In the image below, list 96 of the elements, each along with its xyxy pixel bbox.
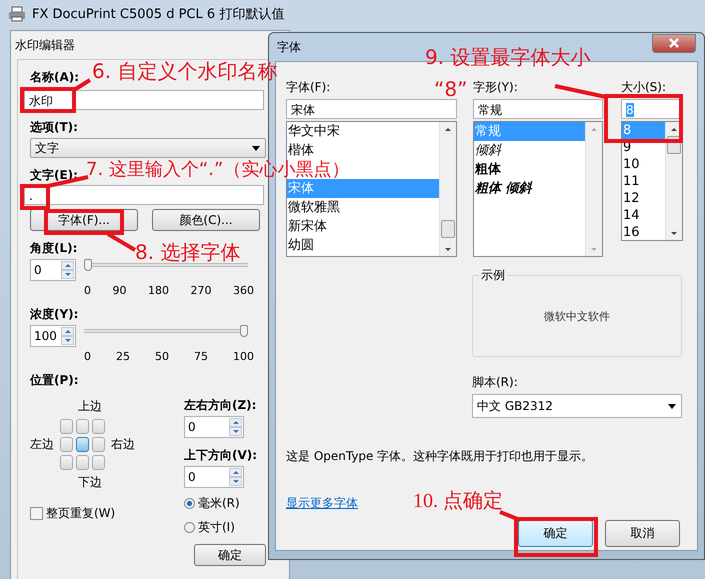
size-list-item[interactable]: 12 <box>622 190 665 207</box>
window-title: FX DocuPrint C5005 d PCL 6 打印默认值 <box>32 6 284 23</box>
field-label: 名称(A): <box>30 70 80 85</box>
tick-label: 90 <box>112 284 126 297</box>
tick-label: 100 <box>233 350 254 363</box>
position-label: 上边 <box>78 398 102 415</box>
position-label: 下边 <box>78 474 102 491</box>
font-list-item[interactable]: 华文中宋 <box>287 122 439 141</box>
position-cell[interactable] <box>60 455 73 470</box>
position-cell[interactable] <box>60 419 73 434</box>
size-list-item[interactable]: 11 <box>622 173 665 190</box>
color-button[interactable]: 颜色(C)... <box>152 209 260 231</box>
field-label: 位置(P): <box>30 373 79 388</box>
leader-line <box>106 232 136 252</box>
leader-line <box>499 510 521 522</box>
spin-arrows-icon[interactable] <box>61 261 74 279</box>
radio-label: 英寸(I) <box>198 519 235 536</box>
spin-arrows-icon[interactable] <box>61 327 74 345</box>
position-label: 左边 <box>30 436 54 453</box>
printer-icon <box>8 6 26 22</box>
checkbox-label: 整页重复(W) <box>46 505 116 522</box>
checkbox[interactable] <box>30 507 43 520</box>
size-list-item[interactable]: 16 <box>622 224 665 240</box>
close-icon <box>668 38 680 48</box>
annotation-text: 9. 设置最字体大小 <box>425 45 590 69</box>
style-list-item[interactable]: 粗体 倾斜 <box>474 179 585 198</box>
annotation-text: “8” <box>434 77 468 101</box>
style-field[interactable]: 常规 <box>473 99 603 119</box>
style-list-item[interactable]: 粗体 <box>474 160 585 179</box>
annotation-text: 10. 点确定 <box>413 489 503 513</box>
caret-icon <box>252 146 260 150</box>
more-fonts-link[interactable]: 显示更多字体 <box>286 495 358 512</box>
name-field[interactable]: 水印 <box>24 90 264 110</box>
spin-arrows-icon[interactable] <box>229 468 242 486</box>
tick-label: 270 <box>190 284 212 297</box>
spin-arrows-icon[interactable] <box>229 418 242 436</box>
slider-thumb[interactable] <box>240 325 248 337</box>
sample-text: 微软中文软件 <box>544 308 610 324</box>
field-label: 字体(F): <box>286 80 330 95</box>
tick-label: 25 <box>116 350 130 363</box>
caret-icon <box>668 404 676 408</box>
slider-thumb[interactable] <box>84 259 92 271</box>
field-label: 左右方向(Z): <box>184 398 256 413</box>
tick-label: 360 <box>233 284 254 297</box>
field-label: 角度(L): <box>30 241 78 256</box>
spin-field[interactable]: 0 <box>184 466 244 488</box>
font-list-item[interactable]: 新宋体 <box>287 217 439 236</box>
position-cell[interactable] <box>92 419 105 434</box>
position-cell[interactable] <box>76 419 89 434</box>
position-cell[interactable] <box>92 437 105 452</box>
text-field[interactable]: . <box>24 185 264 205</box>
annotation-text: 8. 选择字体 <box>135 240 240 264</box>
spin-field[interactable]: 0 <box>184 416 244 438</box>
highlight-frame <box>20 87 76 113</box>
group-label: 示例 <box>479 268 507 282</box>
scrollbar[interactable] <box>439 122 456 256</box>
position-label: 右边 <box>111 436 135 453</box>
position-cell[interactable] <box>76 437 89 452</box>
script-dropdown[interactable]: 中文 GB2312 <box>472 394 682 418</box>
radio-label: 毫米(R) <box>198 495 240 512</box>
field-label: 字形(Y): <box>473 80 518 95</box>
position-cell[interactable] <box>76 455 89 470</box>
tick-label: 75 <box>194 350 208 363</box>
radio-button[interactable] <box>184 522 195 533</box>
radio-button[interactable] <box>184 498 195 509</box>
position-cell[interactable] <box>60 437 73 452</box>
spin-field[interactable]: 0 <box>30 259 76 281</box>
field-label: 大小(S): <box>621 80 666 95</box>
tick-label: 50 <box>155 350 169 363</box>
font-list-item[interactable]: 幼圆 <box>287 236 439 255</box>
size-list-item[interactable]: 10 <box>622 156 665 173</box>
ok-button[interactable]: 确定 <box>194 544 266 566</box>
font-list-item[interactable]: 楷体 <box>287 141 439 160</box>
field-label: 选项(T): <box>30 120 78 135</box>
field-label: 浓度(Y): <box>30 307 78 322</box>
ok-button[interactable]: 确定 <box>518 520 593 547</box>
scrollbar[interactable] <box>665 122 682 240</box>
panel-title: 水印编辑器 <box>15 37 75 53</box>
cancel-button[interactable]: 取消 <box>605 520 680 547</box>
tick-label: 180 <box>148 284 169 297</box>
position-cell[interactable] <box>92 455 105 470</box>
font-description: 这是 OpenType 字体。这种字体既用于打印也用于显示。 <box>286 448 594 465</box>
leader-line <box>554 84 606 99</box>
dialog-title: 字体 <box>277 38 301 56</box>
tick-label: 0 <box>84 284 91 297</box>
close-button[interactable] <box>652 34 696 52</box>
size-list-item[interactable]: 14 <box>622 207 665 224</box>
option-dropdown[interactable]: 文字 <box>30 138 266 158</box>
spin-field[interactable]: 100 <box>30 325 76 347</box>
field-label: 脚本(R): <box>472 375 518 390</box>
tick-label: 0 <box>84 350 91 363</box>
style-list-item[interactable]: 倾斜 <box>474 141 585 160</box>
font-list-item[interactable]: 微软雅黑 <box>287 198 439 217</box>
field-label: 文字(E): <box>30 168 78 183</box>
font-field[interactable]: 宋体 <box>286 99 457 119</box>
field-label: 上下方向(V): <box>184 448 258 463</box>
